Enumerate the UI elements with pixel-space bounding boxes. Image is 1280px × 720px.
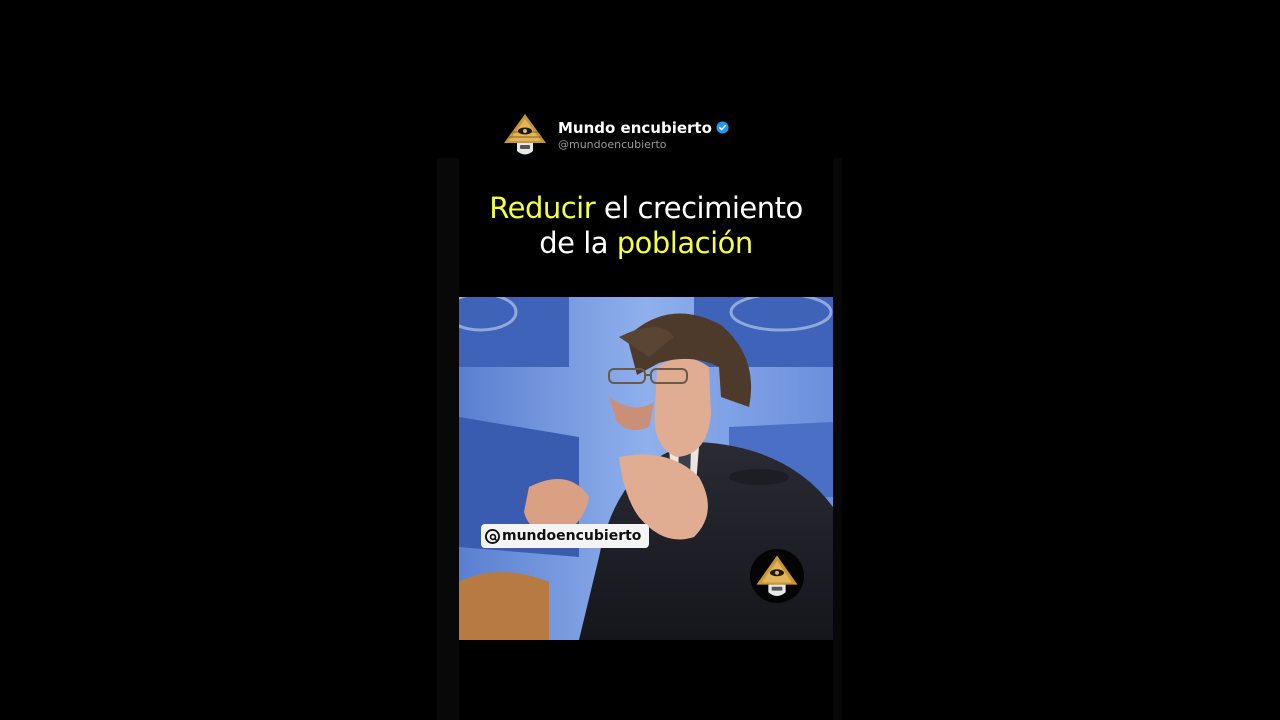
account-avatar[interactable] bbox=[500, 110, 550, 160]
reel-content: Reducir el crecimiento de la población m… bbox=[459, 158, 833, 720]
illuminati-pyramid-icon bbox=[756, 555, 798, 596]
caption-highlight-2: población bbox=[616, 226, 754, 260]
watermark-label: mundoencubierto bbox=[481, 524, 650, 548]
illuminati-pyramid-icon bbox=[501, 111, 549, 159]
video-player[interactable]: mundoencubierto bbox=[459, 297, 833, 640]
watermark-text: mundoencubierto bbox=[502, 528, 642, 544]
account-name[interactable]: Mundo encubierto bbox=[558, 119, 712, 137]
screen: Mundo encubierto @mundoencubierto Reduci… bbox=[0, 0, 1280, 720]
video-overlay-logo bbox=[750, 549, 804, 603]
threads-logo-icon bbox=[485, 528, 500, 544]
verified-badge-icon bbox=[716, 121, 729, 134]
account-handle[interactable]: @mundoencubierto bbox=[558, 137, 729, 152]
account-header[interactable]: Mundo encubierto @mundoencubierto bbox=[500, 110, 729, 160]
caption-text-1: el crecimiento bbox=[595, 191, 803, 225]
caption: Reducir el crecimiento de la población bbox=[459, 191, 833, 261]
reel-panel: Reducir el crecimiento de la población m… bbox=[437, 158, 842, 720]
caption-text-2: de la bbox=[539, 226, 617, 260]
caption-highlight-1: Reducir bbox=[489, 191, 596, 225]
